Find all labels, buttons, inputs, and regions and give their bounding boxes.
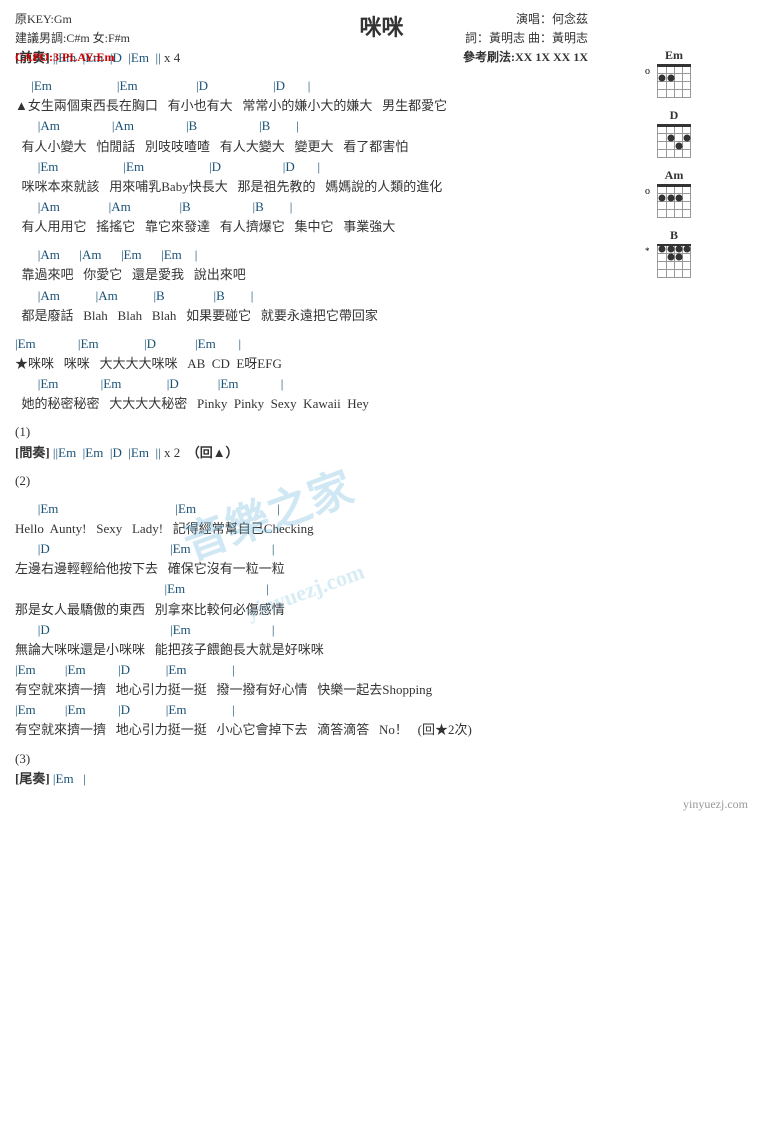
em-open: o: [645, 66, 650, 77]
verse2-chords1: |Am |Am |Em |Em |: [15, 245, 592, 265]
key-info: 原KEY:Gm: [15, 10, 130, 29]
b-chord-diagram: B *: [600, 228, 748, 278]
capo-info: CAPO:3 PLAY:Em: [15, 48, 130, 67]
em-chord-diagram: Em o: [600, 48, 748, 98]
d-chord-diagram: D: [600, 108, 748, 158]
b-grid-wrap: *: [657, 244, 691, 278]
header-left: 原KEY:Gm 建議男調:C#m 女:F#m CAPO:3 PLAY:Em: [15, 10, 130, 68]
verse1-lyrics1: ▲女生兩個東西長在胸口 有小也有大 常常小的嫌小大的嫌大 男生都愛它: [15, 96, 592, 116]
section-1: (1): [15, 422, 592, 442]
b-fret: *: [645, 246, 650, 256]
sec2-lyrics3: 那是女人最驕傲的東西 別拿來比較何必傷感情: [15, 600, 592, 620]
outro: [尾奏] |Em |: [15, 769, 592, 789]
song-content: [前奏] ||Em |Em |D |Em || x 4 |Em |Em |D |…: [15, 48, 600, 789]
section-2: (2): [15, 471, 592, 491]
d-label: D: [670, 108, 679, 123]
am-label: Am: [665, 168, 684, 183]
verse2-lyrics2: 都是廢話 Blah Blah Blah 如果要碰它 就要永遠把它帶回家: [15, 306, 592, 326]
lyricist: 詞：黃明志 曲：黃明志: [463, 29, 588, 48]
sec2-lyrics6: 有空就來擠一擠 地心引力挺一挺 小心它會掉下去 滴答滴答 No！ (回★2次): [15, 720, 592, 740]
section-3: (3): [15, 749, 592, 769]
main-layout: [前奏] ||Em |Em |D |Em || x 4 |Em |Em |D |…: [15, 48, 748, 789]
verse1-chords3: |Em |Em |D |D |: [15, 157, 592, 177]
em-label: Em: [665, 48, 683, 63]
verse1-lyrics3: 咪咪本來就該 用來哺乳Baby快長大 那是祖先教的 媽媽說的人類的進化: [15, 177, 592, 197]
am-table: [657, 184, 691, 218]
singer: 演唱：何念茲: [463, 10, 588, 29]
am-open: o: [645, 186, 650, 197]
d-table: [657, 124, 691, 158]
chorus-chords1: |Em |Em |D |Em |: [15, 334, 592, 354]
sec2-chords2: |D |Em |: [15, 539, 592, 559]
sec2-lyrics1: Hello Aunty! Sexy Lady! 記得經常幫自己Checking: [15, 519, 592, 539]
header-right: 演唱：何念茲 詞：黃明志 曲：黃明志 參考刷法:XX 1X XX 1X: [463, 10, 588, 68]
strum-pattern: 參考刷法:XX 1X XX 1X: [463, 48, 588, 67]
sec2-lyrics4: 無論大咪咪還是小咪咪 能把孩子餵飽長大就是好咪咪: [15, 640, 592, 660]
em-grid-wrap: o: [657, 64, 691, 98]
page: 原KEY:Gm 建議男調:C#m 女:F#m CAPO:3 PLAY:Em 咪咪…: [0, 0, 763, 1138]
sec2-chords6: |Em |Em |D |Em |: [15, 700, 592, 720]
b-table: [657, 244, 691, 278]
verse2-lyrics1: 靠過來吧 你愛它 還是愛我 說出來吧: [15, 265, 592, 285]
verse1-chords4: |Am |Am |B |B |: [15, 197, 592, 217]
verse1-chords1: |Em |Em |D |D |: [15, 76, 592, 96]
sec2-lyrics2: 左邊右邊輕輕給他按下去 確保它沒有一粒一粒: [15, 559, 592, 579]
verse1-lyrics2: 有人小變大 怕閒話 別吱吱喳喳 有人大變大 變更大 看了都害怕: [15, 137, 592, 157]
sec2-chords4: |D |Em |: [15, 620, 592, 640]
interlude: [間奏] ||Em |Em |D |Em || x 2 （回▲）: [15, 443, 592, 463]
chord-diagrams: Em o D: [600, 48, 748, 288]
sec2-chords3: |Em |: [15, 579, 592, 599]
b-label: B: [670, 228, 678, 243]
am-grid-wrap: o: [657, 184, 691, 218]
em-table: [657, 64, 691, 98]
chorus-lyrics2: 她的秘密秘密 大大大大秘密 Pinky Pinky Sexy Kawaii He…: [15, 394, 592, 414]
sec2-lyrics5: 有空就來擠一擠 地心引力挺一挺 撥一撥有好心情 快樂一起去Shopping: [15, 680, 592, 700]
verse2-chords2: |Am |Am |B |B |: [15, 286, 592, 306]
suggestion: 建議男調:C#m 女:F#m: [15, 29, 130, 48]
bottom-logo: yinyuezj.com: [15, 797, 748, 812]
sec2-chords5: |Em |Em |D |Em |: [15, 660, 592, 680]
am-chord-diagram: Am o: [600, 168, 748, 218]
chorus-chords2: |Em |Em |D |Em |: [15, 374, 592, 394]
song-title: 咪咪: [359, 10, 403, 42]
chorus-lyrics1: ★咪咪 咪咪 大大大大咪咪 AB CD E呀EFG: [15, 354, 592, 374]
verse1-lyrics4: 有人用用它 搖搖它 靠它來發達 有人擠爆它 集中它 事業強大: [15, 217, 592, 237]
verse1-chords2: |Am |Am |B |B |: [15, 116, 592, 136]
sec2-chords1: |Em |Em |: [15, 499, 592, 519]
header: 原KEY:Gm 建議男調:C#m 女:F#m CAPO:3 PLAY:Em 咪咪…: [15, 10, 748, 44]
